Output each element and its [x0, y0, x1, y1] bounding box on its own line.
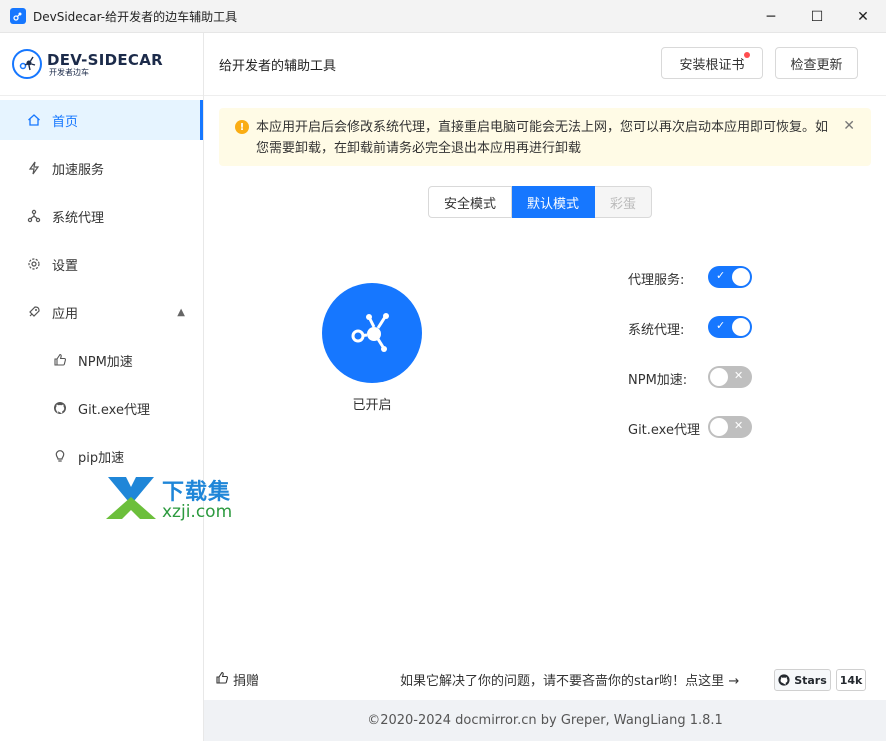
watermark-en: xzji.com: [162, 502, 233, 522]
switch-row-proxy-service: 代理服务: ✓: [628, 266, 752, 290]
donate-link[interactable]: 捐赠: [215, 670, 259, 689]
mode-selector: 安全模式 默认模式 彩蛋: [428, 186, 653, 218]
warning-alert: ! 本应用开启后会修改系统代理，直接重启电脑可能会无法上网，您可以再次启动本应用…: [219, 108, 871, 166]
title-bar: DevSidecar-给开发者的边车辅助工具 ─ ☐ ✕: [0, 0, 886, 33]
watermark: 下载集 xzji.com: [104, 474, 232, 522]
thumb-up-icon: [52, 352, 68, 368]
sidebar-item-home[interactable]: 首页: [0, 100, 203, 140]
github-icon: [778, 674, 790, 686]
window-title: DevSidecar-给开发者的边车辅助工具: [33, 9, 238, 24]
chevron-up-icon: ▲: [177, 306, 185, 318]
sidebar-item-label: 系统代理: [52, 210, 105, 226]
github-icon: [52, 400, 68, 416]
switch-label: Git.exe代理: [628, 422, 700, 438]
switch-row-system-proxy: 系统代理: ✓: [628, 316, 752, 340]
sidecar-icon: [351, 313, 389, 352]
sidebar-item-system-proxy[interactable]: 系统代理: [0, 196, 203, 236]
sidebar-item-npm[interactable]: NPM加速: [0, 340, 203, 380]
sidebar-item-label: Git.exe代理: [78, 402, 150, 418]
sidebar-item-label: NPM加速: [78, 354, 133, 370]
sidebar-item-pip[interactable]: pip加速: [0, 436, 203, 476]
switch-label: NPM加速:: [628, 372, 688, 388]
logo-icon: [12, 49, 42, 79]
brand-subtitle: 开发者边车: [49, 67, 89, 77]
git-toggle[interactable]: ✕: [708, 416, 752, 438]
proxy-service-toggle[interactable]: ✓: [708, 266, 752, 288]
toggle-knob: [710, 368, 728, 386]
thumb-up-icon: [215, 671, 229, 689]
header: 给开发者的辅助工具 安装根证书 检查更新: [204, 33, 886, 96]
cross-icon: ✕: [734, 369, 744, 382]
toggle-knob: [732, 318, 750, 336]
stars-label: Stars: [794, 673, 827, 687]
npm-toggle[interactable]: ✕: [708, 366, 752, 388]
stars-count[interactable]: 14k: [836, 669, 866, 691]
watermark-logo-icon: [106, 477, 156, 519]
sidebar-item-label: 设置: [52, 258, 79, 274]
network-icon: [26, 208, 42, 224]
donate-label: 捐赠: [233, 674, 260, 689]
cross-icon: ✕: [734, 419, 744, 432]
mode-default[interactable]: 默认模式: [512, 186, 596, 218]
minimize-button[interactable]: ─: [748, 0, 794, 33]
sidebar-item-apps[interactable]: 应用 ▲: [0, 292, 203, 332]
gear-icon: [26, 256, 42, 272]
switch-row-git: Git.exe代理 ✕: [628, 416, 752, 440]
switch-label: 代理服务:: [628, 272, 685, 288]
sidebar-item-label: pip加速: [78, 450, 125, 466]
toggle-knob: [732, 268, 750, 286]
sidebar-item-settings[interactable]: 设置: [0, 244, 203, 284]
install-cert-label: 安装根证书: [679, 57, 745, 73]
sidebar-menu: 首页 加速服务 系统代理 设置 应用 ▲ NPM加速 Git.exe代理 pip…: [0, 100, 203, 476]
close-icon[interactable]: ✕: [843, 118, 855, 134]
sidebar: DEV-SIDECAR 开发者边车 首页 加速服务 系统代理 设置 应用 ▲ N…: [0, 33, 204, 741]
check-icon: ✓: [716, 319, 726, 332]
bulb-icon: [52, 448, 68, 464]
lightning-icon: [26, 160, 42, 176]
sidebar-item-acceleration[interactable]: 加速服务: [0, 148, 203, 188]
sidebar-item-label: 应用: [52, 306, 79, 322]
notification-dot: [744, 52, 750, 58]
switch-row-npm: NPM加速: ✕: [628, 366, 752, 390]
maximize-button[interactable]: ☐: [794, 0, 840, 33]
app-icon: [10, 8, 26, 24]
brand-logo: DEV-SIDECAR 开发者边车: [0, 33, 203, 96]
rocket-icon: [26, 304, 42, 320]
mode-safe[interactable]: 安全模式: [428, 186, 513, 218]
github-stars-button[interactable]: Stars: [774, 669, 831, 691]
check-update-button[interactable]: 检查更新: [775, 47, 858, 79]
mode-easter-egg[interactable]: 彩蛋: [595, 186, 653, 218]
check-update-label: 检查更新: [790, 57, 843, 73]
system-proxy-toggle[interactable]: ✓: [708, 316, 752, 338]
page-title: 给开发者的辅助工具: [219, 58, 337, 74]
power-toggle-button[interactable]: [322, 283, 422, 383]
power-status: 已开启: [352, 398, 392, 413]
star-prompt-link[interactable]: 如果它解决了你的问题，请不要吝啬你的star哟！点这里 →: [400, 670, 739, 689]
sidebar-item-label: 首页: [52, 114, 79, 130]
toggle-knob: [710, 418, 728, 436]
footer-text: ©2020-2024 docmirror.cn by Greper, WangL…: [367, 713, 723, 728]
check-icon: ✓: [716, 269, 726, 282]
close-button[interactable]: ✕: [840, 0, 886, 33]
alert-message: 本应用开启后会修改系统代理，直接重启电脑可能会无法上网，您可以再次启动本应用即可…: [256, 120, 829, 156]
footer: ©2020-2024 docmirror.cn by Greper, WangL…: [204, 700, 886, 741]
warning-icon: !: [235, 120, 249, 134]
install-cert-button[interactable]: 安装根证书: [661, 47, 763, 79]
sidebar-item-git[interactable]: Git.exe代理: [0, 388, 203, 428]
home-icon: [26, 112, 42, 128]
sidebar-item-label: 加速服务: [52, 162, 105, 178]
switch-label: 系统代理:: [628, 322, 685, 338]
